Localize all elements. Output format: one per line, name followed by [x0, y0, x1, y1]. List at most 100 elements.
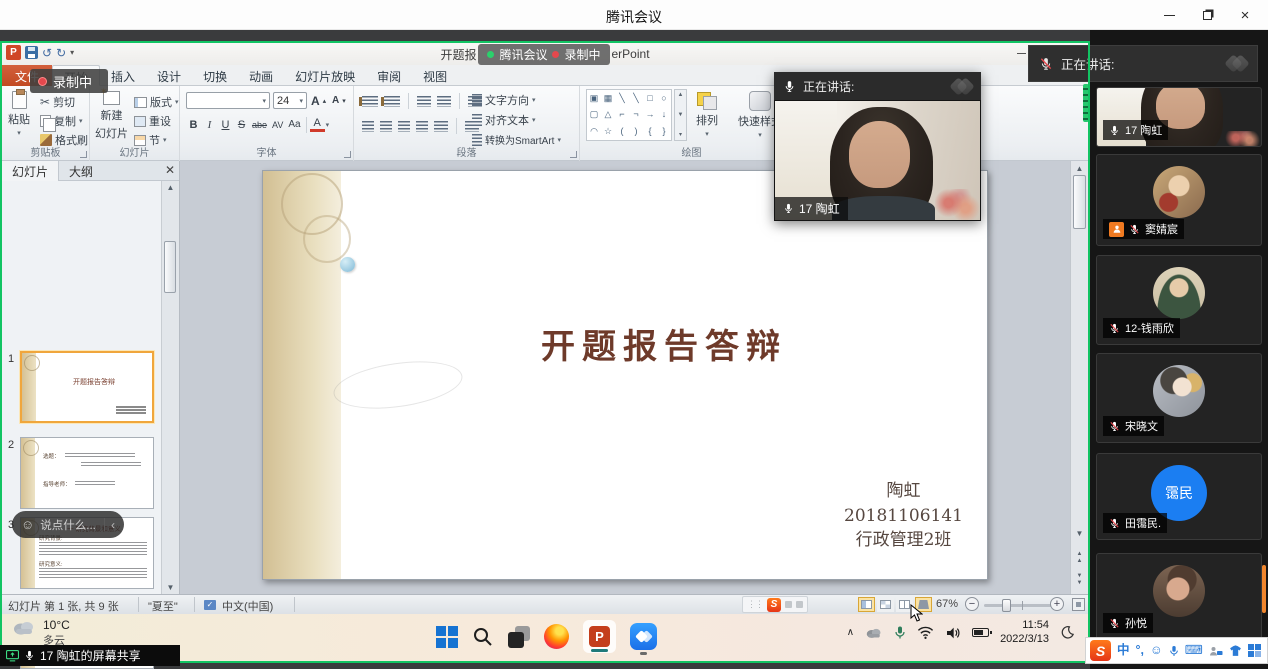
scroll-down-icon[interactable]: ▼	[162, 583, 179, 592]
tab-transitions[interactable]: 切换	[192, 65, 238, 86]
increase-indent-icon[interactable]	[437, 96, 451, 107]
pane-close-icon[interactable]: ✕	[165, 163, 175, 177]
ppt-minimize-icon[interactable]	[1017, 53, 1026, 54]
zoom-slider[interactable]	[984, 604, 1060, 607]
numbering-icon[interactable]	[384, 96, 400, 107]
sogou-mini-toolbar[interactable]: ⋮⋮ S	[742, 596, 808, 613]
scroll-up-icon[interactable]: ▲	[1071, 164, 1088, 173]
close-button[interactable]: ×	[1226, 0, 1264, 30]
grow-font-button[interactable]: A▴	[311, 94, 326, 108]
outline-pane-tab[interactable]: 大纲	[59, 161, 103, 181]
wifi-icon[interactable]	[917, 626, 934, 639]
tab-review[interactable]: 审阅	[366, 65, 412, 86]
restore-button[interactable]	[1188, 0, 1226, 30]
copy-button[interactable]: 复制 ▾	[40, 113, 83, 129]
slide-thumbnail-1[interactable]: 开题报告答辩	[20, 351, 154, 423]
paste-button[interactable]: 粘贴 ▾	[8, 91, 30, 137]
onedrive-icon[interactable]	[865, 626, 883, 639]
bullets-icon[interactable]	[362, 96, 378, 107]
sogou-ime-bar[interactable]: S 中 °, ☺ ⌨	[1085, 637, 1268, 664]
participant-tile[interactable]: 孙悦	[1096, 553, 1262, 640]
battery-icon[interactable]	[972, 628, 989, 637]
tab-slideshow[interactable]: 幻灯片放映	[284, 65, 366, 86]
clipboard-dialog-launcher-icon[interactable]	[80, 151, 87, 158]
taskbar-meeting-icon[interactable]	[630, 623, 657, 650]
paragraph-dialog-launcher-icon[interactable]	[570, 151, 577, 158]
taskbar-powerpoint-icon[interactable]: P	[583, 620, 616, 653]
sidebar-scrollbar[interactable]	[1262, 565, 1266, 613]
language-indicator[interactable]: 中文(中国)	[222, 598, 273, 614]
fit-to-window-button[interactable]	[1072, 598, 1085, 611]
ime-skin-icon[interactable]	[1229, 645, 1242, 657]
participant-tile[interactable]: 窦婧宸	[1096, 154, 1262, 246]
tab-design[interactable]: 设计	[146, 65, 192, 86]
align-text-button[interactable]: 对齐文本 ▾	[472, 112, 536, 128]
ime-emoji-icon[interactable]: ☺	[1150, 644, 1163, 657]
change-case-button[interactable]: Aa	[286, 116, 302, 133]
cut-button[interactable]: ✂ 剪切	[40, 94, 75, 110]
participant-tile[interactable]: 宋晓文	[1096, 353, 1262, 443]
search-icon[interactable]	[472, 626, 494, 648]
zoom-out-button[interactable]: −	[965, 597, 979, 611]
font-dialog-launcher-icon[interactable]	[344, 151, 351, 158]
shapes-gallery[interactable]: ▣▦╲╲□○ ▢△⌐¬→↓ ◠☆(){}	[586, 89, 672, 141]
scroll-up-icon[interactable]: ▲	[162, 183, 179, 192]
distribute-icon[interactable]	[434, 121, 448, 132]
align-center-icon[interactable]	[380, 121, 392, 132]
chat-quick-bar[interactable]: ☺ 说点什么... ‹	[12, 511, 124, 538]
start-button[interactable]	[436, 626, 458, 648]
firefox-icon[interactable]	[544, 624, 569, 649]
tab-animations[interactable]: 动画	[238, 65, 284, 86]
justify-icon[interactable]	[416, 121, 428, 132]
zoom-in-button[interactable]: +	[1050, 597, 1064, 611]
previous-slide-button[interactable]: ▲▲	[1071, 551, 1088, 564]
participant-tile[interactable]: 12-钱雨欣	[1096, 255, 1262, 345]
tab-view[interactable]: 视图	[412, 65, 458, 86]
italic-button[interactable]: I	[202, 116, 217, 133]
participant-tile[interactable]: 17 陶虹	[1096, 87, 1262, 147]
weather-widget[interactable]: 10°C 多云	[12, 618, 70, 648]
next-slide-button[interactable]: ▼▼	[1071, 573, 1088, 586]
task-view-button[interactable]	[508, 626, 530, 648]
shadow-button[interactable]: S	[234, 116, 249, 133]
normal-view-button[interactable]	[858, 597, 875, 612]
font-color-button[interactable]: A	[310, 118, 325, 132]
moon-icon[interactable]	[1060, 625, 1075, 640]
minimize-button[interactable]	[1150, 0, 1188, 30]
slide-sorter-view-button[interactable]	[877, 597, 894, 612]
scroll-thumb[interactable]	[1073, 175, 1086, 229]
bold-button[interactable]: B	[186, 116, 201, 133]
volume-icon[interactable]	[945, 626, 961, 640]
ime-keyboard-icon[interactable]: ⌨	[1185, 644, 1203, 657]
underline-button[interactable]: U	[218, 116, 233, 133]
reset-button[interactable]: 重设	[134, 113, 171, 129]
new-slide-button[interactable]: 新建 幻灯片	[95, 91, 128, 141]
slide[interactable]: 开题报告答辩 陶虹 20181106141 行政管理2班	[262, 170, 988, 580]
participant-tile[interactable]: 霭民 田霭民.	[1096, 453, 1262, 540]
thumbnail-scrollbar[interactable]: ▲ ▼	[161, 181, 179, 594]
slides-pane-tab[interactable]: 幻灯片	[2, 161, 59, 181]
text-direction-button[interactable]: 文字方向 ▾	[472, 92, 536, 108]
scroll-down-icon[interactable]: ▼	[1071, 529, 1088, 538]
emoji-icon[interactable]: ☺	[21, 518, 34, 531]
arrange-button[interactable]: 排列 ▾	[696, 92, 718, 138]
shapes-scrollbar[interactable]: ▲▼▾	[674, 89, 687, 141]
character-spacing-button[interactable]: AV	[270, 116, 285, 133]
chat-placeholder[interactable]: 说点什么...	[40, 517, 96, 533]
align-right-icon[interactable]	[398, 121, 410, 132]
slide-thumbnail-2[interactable]: 选题： 指导老师：	[20, 437, 154, 509]
font-name-combo[interactable]: ▾	[186, 92, 270, 109]
ime-toolbox-icon[interactable]	[1248, 644, 1261, 657]
shrink-font-button[interactable]: A▾	[332, 95, 346, 106]
tray-clock[interactable]: 11:54 2022/3/13	[1000, 619, 1049, 647]
zoom-slider-thumb[interactable]	[1002, 599, 1011, 612]
tray-expand-icon[interactable]: ∧	[847, 627, 854, 638]
font-size-combo[interactable]: 24▾	[273, 92, 307, 109]
ime-chinese-mode[interactable]: 中	[1117, 644, 1130, 657]
ime-punctuation-mode[interactable]: °,	[1136, 644, 1144, 657]
ime-mic-icon[interactable]	[1169, 645, 1179, 657]
align-left-icon[interactable]	[362, 121, 374, 132]
main-vertical-scrollbar[interactable]: ▲ ▼ ▲▲ ▼▼	[1070, 161, 1088, 594]
ime-account-icon[interactable]	[1209, 645, 1223, 657]
tray-mic-icon[interactable]	[894, 625, 906, 640]
